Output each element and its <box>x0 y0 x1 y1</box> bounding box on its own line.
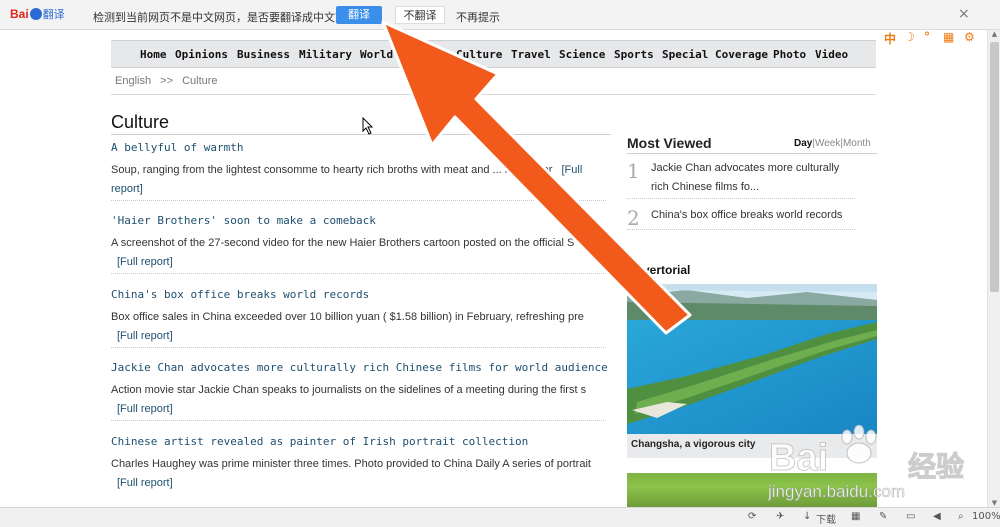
never-prompt-link[interactable]: 不再提示 <box>456 9 500 25</box>
article-summary: Soup, ranging from the lightest consomme… <box>111 161 606 199</box>
nav-item-opinions[interactable]: Opinions <box>175 48 228 61</box>
advertorial-image[interactable] <box>627 284 877 434</box>
rank-number: 1 <box>627 159 640 183</box>
article-title-link[interactable]: Jackie Chan advocates more culturally ri… <box>111 361 608 374</box>
translate-button[interactable]: 翻译 <box>336 6 382 24</box>
vertical-scrollbar[interactable]: ▲ ▼ <box>987 30 1000 507</box>
article-title-link[interactable]: Chinese artist revealed as painter of Ir… <box>111 435 606 448</box>
moon-icon[interactable]: ☽ <box>904 30 915 44</box>
keyboard-icon[interactable]: ▦ <box>943 30 954 44</box>
title-divider <box>111 134 611 135</box>
rank-number: 2 <box>627 206 640 230</box>
article-summary-text: Box office sales in China exceeded over … <box>111 311 584 323</box>
article-divider <box>111 200 606 201</box>
nav-item-world[interactable]: World <box>360 48 393 61</box>
article-summary: Charles Haughey was prime minister three… <box>111 455 606 493</box>
nav-item-military[interactable]: Military <box>299 48 352 61</box>
most-viewed-title: Most Viewed <box>627 135 712 151</box>
zoom-icon[interactable]: ⌕ <box>958 511 964 522</box>
baidu-paw-icon <box>841 425 877 464</box>
browser-tools: 中 ☽ ° ▦ ⚙ <box>880 30 985 48</box>
nav-item-culture[interactable]: Culture <box>456 48 502 61</box>
baidu-paw-icon <box>29 8 42 20</box>
article-summary: Box office sales in China exceeded over … <box>111 308 606 346</box>
status-bar: ⟳ ✈ ↓ 下载 ▦ ✎ ▭ ◀ ⌕ 100% <box>0 507 1000 527</box>
most-viewed-item[interactable]: 1 Jackie Chan advocates more culturally … <box>627 159 855 199</box>
nav-item-science[interactable]: Science <box>559 48 605 61</box>
most-viewed-link[interactable]: China's box office breaks world records <box>651 206 855 225</box>
watermark-url: jingyan.baidu.com <box>768 482 906 502</box>
full-report-link[interactable]: [Full report] <box>117 330 173 342</box>
article-divider <box>111 347 606 348</box>
article-item: Jackie Chan advocates more culturally ri… <box>111 361 608 421</box>
article-item: A bellyful of warmth Soup, ranging from … <box>111 141 606 201</box>
logo-sub-text: 翻译 <box>42 9 65 21</box>
nav-item-sports[interactable]: Sports <box>614 48 654 61</box>
advertorial-title: Advertorial <box>627 263 691 277</box>
nav-item-special-coverage[interactable]: Special Coverage <box>662 48 768 61</box>
article-summary-text: Soup, ranging from the lightest consomme… <box>111 164 553 176</box>
breadcrumb: English >> Culture <box>115 75 224 87</box>
nav-item-travel[interactable]: Travel <box>511 48 551 61</box>
grid-icon[interactable]: ▦ <box>851 511 860 522</box>
full-report-link[interactable]: [Full report] <box>117 256 173 268</box>
article-summary-text: Charles Haughey was prime minister three… <box>111 458 591 470</box>
article-title-link[interactable]: A bellyful of warmth <box>111 141 606 154</box>
main-nav: Home Opinions Business Military World Cu… <box>111 40 876 68</box>
article-item: China's box office breaks world records … <box>111 288 606 348</box>
article-summary: Action movie star Jackie Chan speaks to … <box>111 381 606 419</box>
nav-item-home[interactable]: Home <box>140 48 167 61</box>
zoom-level[interactable]: 100% <box>972 511 1000 522</box>
scroll-up-icon[interactable]: ▲ <box>990 30 999 38</box>
page-title: Culture <box>111 112 170 132</box>
close-icon[interactable]: × <box>958 6 970 22</box>
full-report-link[interactable]: [Full report] <box>117 403 173 415</box>
baidu-translate-logo: Bai 翻译 <box>10 6 65 22</box>
window-icon[interactable]: ▭ <box>906 511 915 522</box>
watermark-brand-cn: 经验 <box>907 450 965 484</box>
most-viewed-divider <box>627 153 877 154</box>
breadcrumb-current[interactable]: Culture <box>182 75 217 87</box>
scroll-down-icon[interactable]: ▼ <box>990 499 999 507</box>
volume-icon[interactable]: ◀ <box>933 511 941 522</box>
no-translate-button[interactable]: 不翻译 <box>395 6 445 24</box>
full-report-link[interactable]: [Full report] <box>117 477 173 489</box>
scrollbar-thumb[interactable] <box>990 42 999 292</box>
translate-bar: Bai 翻译 检测到当前网页不是中文网页，是否要翻译成中文？ 翻译 不翻译 不再提… <box>0 0 1000 30</box>
breadcrumb-root[interactable]: English <box>115 75 151 87</box>
most-viewed-tabs: Day|Week|Month <box>794 138 871 149</box>
article-summary-text: A screenshot of the 27-second video for … <box>111 237 588 249</box>
refresh-icon[interactable]: ⟳ <box>748 511 756 522</box>
most-viewed-link[interactable]: Jackie Chan advocates more culturally ri… <box>651 159 855 197</box>
article-item: 'Haier Brothers' soon to make a comeback… <box>111 214 606 274</box>
tab-day[interactable]: Day <box>794 138 812 149</box>
download-label[interactable]: 下载 <box>816 511 836 526</box>
gear-icon[interactable]: ⚙ <box>964 30 975 44</box>
most-viewed-item[interactable]: 2 China's box office breaks world record… <box>627 206 855 230</box>
article-title-link[interactable]: China's box office breaks world records <box>111 288 606 301</box>
mouse-cursor-icon <box>362 117 374 135</box>
breadcrumb-separator: >> <box>160 75 173 87</box>
watermark-brand: Bai <box>768 437 829 480</box>
dots-icon[interactable]: ° <box>924 30 930 44</box>
article-summary: A screenshot of the 27-second video for … <box>111 234 606 272</box>
tab-week[interactable]: Week <box>815 138 840 149</box>
article-divider <box>111 273 606 274</box>
article-item: Chinese artist revealed as painter of Ir… <box>111 435 606 493</box>
translate-prompt-message: 检测到当前网页不是中文网页，是否要翻译成中文？ <box>93 11 346 24</box>
article-summary-text: Action movie star Jackie Chan speaks to … <box>111 384 587 396</box>
edit-icon[interactable]: ✎ <box>879 511 887 522</box>
breadcrumb-divider <box>111 94 876 95</box>
article-divider <box>111 420 606 421</box>
pin-icon[interactable]: ✈ <box>776 511 784 522</box>
chinese-mode-icon[interactable]: 中 <box>884 30 896 47</box>
logo-brand-text: Bai <box>10 7 29 21</box>
baidu-jingyan-watermark: Bai 经验 jingyan.baidu.com <box>765 425 980 507</box>
tab-month[interactable]: Month <box>843 138 871 149</box>
nav-item-video[interactable]: Video <box>815 48 848 61</box>
article-title-link[interactable]: 'Haier Brothers' soon to make a comeback <box>111 214 606 227</box>
nav-item-business[interactable]: Business <box>237 48 290 61</box>
download-icon[interactable]: ↓ <box>803 511 811 522</box>
nav-item-photo[interactable]: Photo <box>773 48 806 61</box>
